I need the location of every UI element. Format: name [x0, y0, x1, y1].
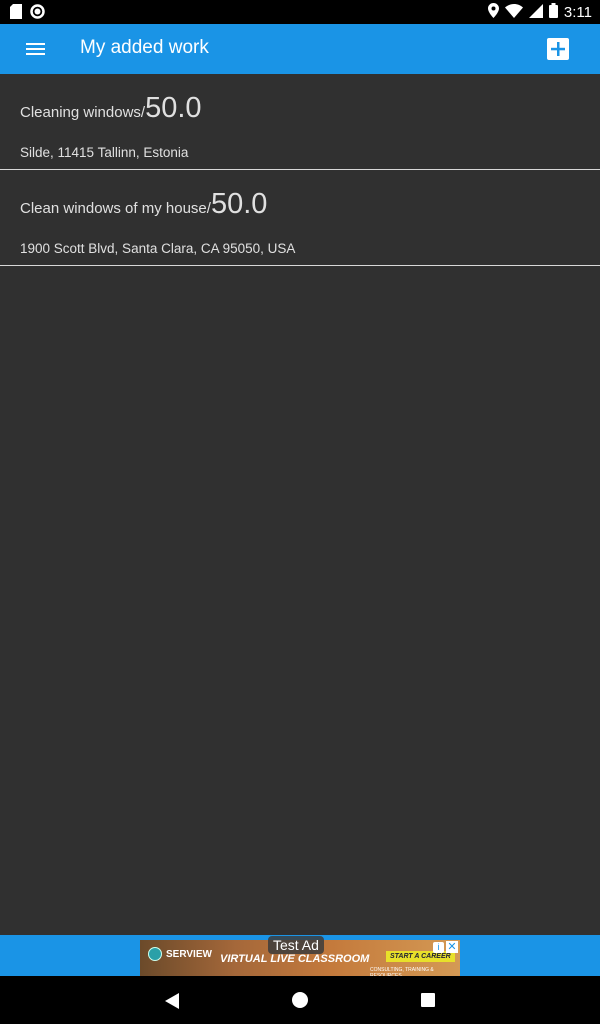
wifi-icon	[504, 3, 523, 22]
back-icon[interactable]	[164, 992, 180, 1015]
work-name: Clean windows of my house/	[20, 200, 211, 217]
location-icon	[487, 3, 499, 22]
sd-card-icon	[10, 4, 22, 24]
ad-cta-button[interactable]: START A CAREER	[386, 951, 455, 962]
circle-notification-icon	[30, 4, 45, 24]
home-icon[interactable]	[292, 992, 308, 1008]
work-price: 50.0	[210, 188, 268, 220]
list-item[interactable]: Cleaning windows/50.0 Silde, 11415 Talli…	[0, 74, 600, 170]
status-bar: 3:11	[0, 0, 600, 24]
item-title-line: Clean windows of my house/50.0	[20, 188, 267, 221]
ad-close-icon[interactable]: ✕	[446, 941, 458, 953]
test-ad-label: Test Ad	[268, 936, 324, 954]
ad-brand-text: SERVIEW	[166, 948, 212, 960]
add-box-icon[interactable]	[546, 37, 570, 61]
status-time: 3:11	[563, 4, 592, 21]
work-price: 50.0	[145, 92, 202, 124]
recent-apps-icon[interactable]	[421, 993, 435, 1007]
page-title: My added work	[80, 37, 209, 58]
work-address: Silde, 11415 Tallinn, Estonia	[20, 145, 189, 160]
ad-subtext: CONSULTING, TRAINING & RESOURCES	[370, 967, 434, 976]
app-bar: My added work	[0, 24, 600, 74]
work-address: 1900 Scott Blvd, Santa Clara, CA 95050, …	[20, 241, 296, 256]
navigation-bar	[0, 976, 600, 1024]
ad-info-icon[interactable]: i	[433, 942, 444, 953]
item-title-line: Cleaning windows/50.0	[20, 92, 202, 125]
brand-logo-icon	[148, 947, 162, 961]
work-list: Cleaning windows/50.0 Silde, 11415 Talli…	[0, 74, 600, 266]
battery-icon	[548, 3, 558, 22]
hamburger-menu-icon[interactable]	[22, 37, 50, 61]
ad-headline: VIRTUAL LIVE CLASSROOM	[220, 953, 370, 965]
list-item[interactable]: Clean windows of my house/50.0 1900 Scot…	[0, 170, 600, 266]
ad-brand: SERVIEW	[148, 947, 212, 961]
work-name: Cleaning windows/	[20, 104, 146, 121]
signal-icon	[528, 3, 543, 22]
